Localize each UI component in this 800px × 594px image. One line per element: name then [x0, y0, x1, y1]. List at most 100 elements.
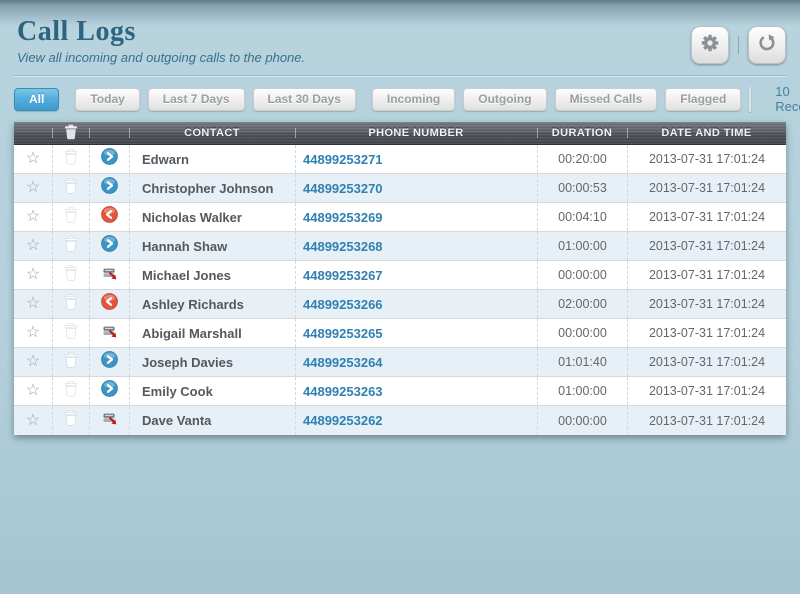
favorite-cell[interactable]: ☆	[14, 290, 52, 318]
header-delete-column[interactable]	[52, 122, 89, 144]
favorite-cell[interactable]: ☆	[14, 203, 52, 231]
delete-cell[interactable]	[52, 145, 89, 173]
datetime-cell: 2013-07-31 17:01:24	[627, 406, 786, 435]
incoming-call-icon	[101, 206, 118, 228]
phone-link[interactable]: 44899253268	[303, 239, 383, 254]
trash-icon[interactable]	[64, 207, 78, 228]
favorite-cell[interactable]: ☆	[14, 232, 52, 260]
phone-cell: 44899253264	[295, 348, 537, 376]
phone-cell: 44899253268	[295, 232, 537, 260]
delete-cell[interactable]	[52, 203, 89, 231]
delete-cell[interactable]	[52, 232, 89, 260]
call-logs-page: Call Logs View all incoming and outgoing…	[0, 0, 800, 435]
delete-cell[interactable]	[52, 290, 89, 318]
table-row: ☆ Joseph Davies 44899253264 01:01:40	[14, 348, 786, 377]
duration-cell: 00:00:00	[537, 261, 627, 289]
trash-icon[interactable]	[64, 149, 78, 170]
phone-cell: 44899253267	[295, 261, 537, 289]
filter-outgoing[interactable]: Outgoing	[463, 88, 546, 111]
trash-icon[interactable]	[64, 178, 78, 199]
phone-link[interactable]: 44899253267	[303, 268, 383, 283]
duration-cell: 01:01:40	[537, 348, 627, 376]
star-icon[interactable]: ☆	[26, 151, 40, 167]
filter-missed-calls[interactable]: Missed Calls	[555, 88, 658, 111]
header-contact: CONTACT	[129, 122, 295, 144]
star-icon[interactable]: ☆	[26, 413, 40, 429]
table-row: ☆ Michael Jones 44899253267	[14, 261, 786, 290]
star-icon[interactable]: ☆	[26, 267, 40, 283]
header-divider	[14, 75, 786, 76]
phone-link[interactable]: 44899253266	[303, 297, 383, 312]
filter-today[interactable]: Today	[75, 88, 139, 111]
star-icon[interactable]: ☆	[26, 354, 40, 370]
call-type-cell	[89, 145, 129, 173]
delete-cell[interactable]	[52, 348, 89, 376]
phone-link[interactable]: 44899253269	[303, 210, 383, 225]
datetime-cell: 2013-07-31 17:01:24	[627, 319, 786, 347]
contact-cell: Joseph Davies	[129, 348, 295, 376]
filter-incoming[interactable]: Incoming	[372, 88, 455, 111]
table-row: ☆ Nicholas Walker 44899253269 00:04:1	[14, 203, 786, 232]
contact-cell: Edwarn	[129, 145, 295, 173]
trash-icon[interactable]	[64, 381, 78, 402]
phone-link[interactable]: 44899253265	[303, 326, 383, 341]
delete-cell[interactable]	[52, 319, 89, 347]
phone-link[interactable]: 44899253271	[303, 152, 383, 167]
star-icon[interactable]: ☆	[26, 383, 40, 399]
trash-icon[interactable]	[64, 294, 78, 315]
delete-cell[interactable]	[52, 174, 89, 202]
favorite-cell[interactable]: ☆	[14, 377, 52, 405]
records-per-page-dropdown[interactable]: 10 Records ▼	[775, 84, 800, 114]
phone-cell: 44899253271	[295, 145, 537, 173]
favorite-cell[interactable]: ☆	[14, 174, 52, 202]
datetime-cell: 2013-07-31 17:01:24	[627, 261, 786, 289]
trash-icon[interactable]	[64, 236, 78, 257]
call-type-cell	[89, 377, 129, 405]
table-row: ☆ Hannah Shaw 44899253268 01:00:00	[14, 232, 786, 261]
phone-link[interactable]: 44899253263	[303, 384, 383, 399]
star-icon[interactable]: ☆	[26, 209, 40, 225]
delete-cell[interactable]	[52, 377, 89, 405]
trash-icon[interactable]	[64, 265, 78, 286]
favorite-cell[interactable]: ☆	[14, 348, 52, 376]
refresh-button[interactable]	[748, 26, 786, 64]
duration-cell: 00:00:00	[537, 319, 627, 347]
phone-link[interactable]: 44899253270	[303, 181, 383, 196]
trash-icon[interactable]	[64, 352, 78, 373]
phone-link[interactable]: 44899253264	[303, 355, 383, 370]
settings-button[interactable]	[691, 26, 729, 64]
filter-all[interactable]: All	[14, 88, 59, 111]
left-arrow-icon: ◀	[750, 94, 751, 105]
favorite-cell[interactable]: ☆	[14, 145, 52, 173]
phone-link[interactable]: 44899253262	[303, 413, 383, 428]
call-type-cell	[89, 174, 129, 202]
duration-cell: 00:00:00	[537, 406, 627, 435]
contact-cell: Dave Vanta	[129, 406, 295, 435]
star-icon[interactable]: ☆	[26, 238, 40, 254]
page-title: Call Logs	[17, 16, 786, 48]
trash-icon[interactable]	[64, 323, 78, 344]
favorite-cell[interactable]: ☆	[14, 319, 52, 347]
phone-cell: 44899253270	[295, 174, 537, 202]
favorite-cell[interactable]: ☆	[14, 406, 52, 435]
outgoing-call-icon	[101, 177, 118, 199]
favorite-cell[interactable]: ☆	[14, 261, 52, 289]
star-icon[interactable]: ☆	[26, 180, 40, 196]
outgoing-call-icon	[101, 148, 118, 170]
pagination: ◀ 1 ▶	[749, 87, 751, 112]
prev-page-button[interactable]: ◀	[750, 88, 751, 111]
filter-last-30-days[interactable]: Last 30 Days	[253, 88, 356, 111]
filter-flagged[interactable]: Flagged	[665, 88, 741, 111]
star-icon[interactable]: ☆	[26, 325, 40, 341]
call-type-cell	[89, 261, 129, 289]
star-icon[interactable]: ☆	[26, 296, 40, 312]
gear-icon	[700, 33, 720, 58]
contact-cell: Nicholas Walker	[129, 203, 295, 231]
delete-cell[interactable]	[52, 406, 89, 435]
trash-icon[interactable]	[64, 410, 78, 431]
incoming-call-icon	[101, 293, 118, 315]
delete-cell[interactable]	[52, 261, 89, 289]
contact-cell: Christopher Johnson	[129, 174, 295, 202]
call-logs-table: CONTACT PHONE NUMBER DURATION DATE AND T…	[14, 122, 786, 435]
filter-last-7-days[interactable]: Last 7 Days	[148, 88, 245, 111]
